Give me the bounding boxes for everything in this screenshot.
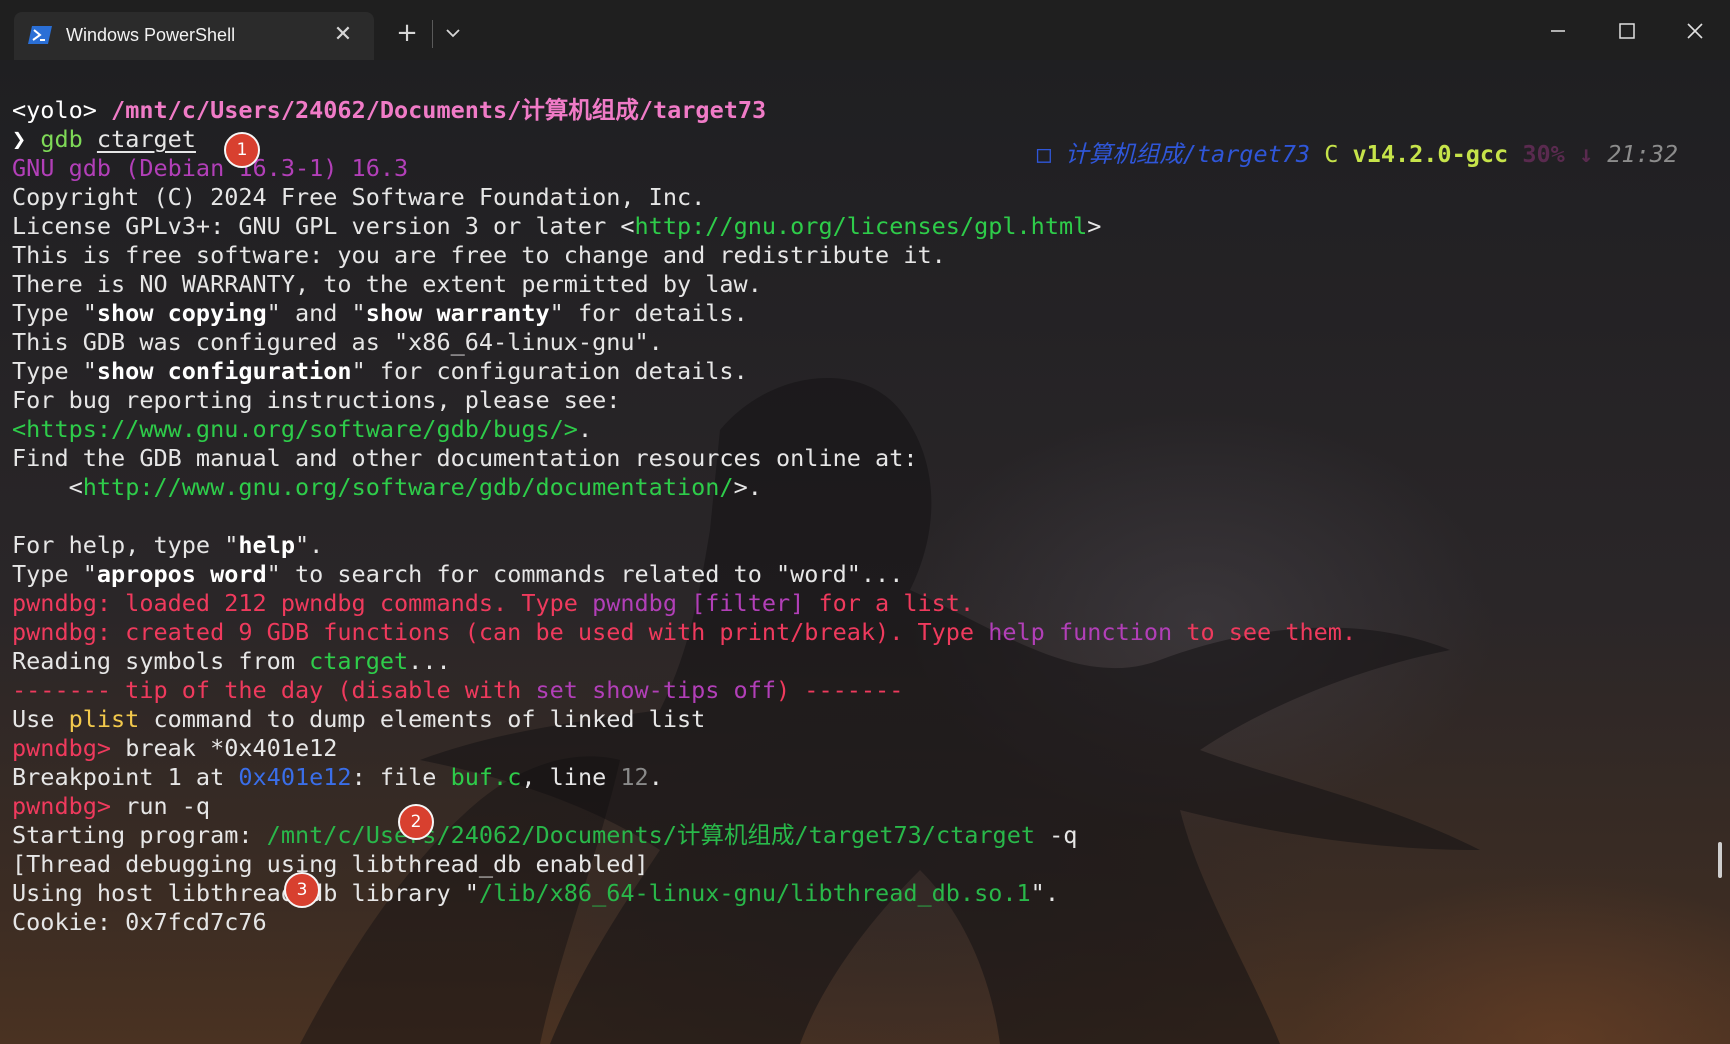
bug-reporting-line: For bug reporting instructions, please s…: [12, 386, 621, 414]
plist-tip-line: Use plist command to dump elements of li…: [12, 705, 706, 733]
command-line-gdb: ❯ gdb ctarget: [12, 125, 196, 153]
configured-line: This GDB was configured as "x86_64-linux…: [12, 328, 663, 356]
bugs-url-line: <https://www.gnu.org/software/gdb/bugs/>…: [12, 415, 593, 443]
tab-close-icon[interactable]: ✕: [332, 24, 354, 46]
c-lang-icon: C: [1324, 140, 1339, 168]
chevron-down-icon[interactable]: [444, 24, 462, 42]
tab-title: Windows PowerShell: [66, 25, 236, 45]
battery-icon: ↓: [1578, 140, 1594, 168]
break-command-line: pwndbg> break *0x401e12: [12, 734, 338, 762]
copyright-line: Copyright (C) 2024 Free Software Foundat…: [12, 183, 706, 211]
annotation-marker-1: 1: [224, 132, 260, 168]
scrollbar-thumb[interactable]: [1718, 842, 1722, 878]
right-prompt: □ 计算机组成/target73 C v14.2.0-gcc 30% ↓ 21:…: [1036, 140, 1678, 168]
run-command-line: pwndbg> run -q: [12, 792, 211, 820]
starting-program-line: Starting program: /mnt/c/Users/24062/Doc…: [12, 821, 1078, 849]
apropos-line: Type "apropos word" to search for comman…: [12, 560, 904, 588]
title-bar: Windows PowerShell ✕ +: [0, 0, 1730, 61]
annotation-marker-3: 3: [284, 872, 320, 908]
prompt-path: /mnt/c/Users/24062/Documents/计算机组成/targe…: [111, 96, 767, 124]
thread-debugging-line: [Thread debugging using libthread_db ena…: [12, 850, 649, 878]
bugs-link[interactable]: <https://www.gnu.org/software/gdb/bugs/>: [12, 415, 578, 443]
cookie-line: Cookie: 0x7fcd7c76: [12, 908, 267, 936]
tab-divider: [432, 20, 433, 48]
breakpoint-info-line: Breakpoint 1 at 0x401e12: file buf.c, li…: [12, 763, 663, 791]
help-line: For help, type "help".: [12, 531, 324, 559]
pwndbg-created-line: pwndbg: created 9 GDB functions (can be …: [12, 618, 1357, 646]
license-line: License GPLv3+: GNU GPL version 3 or lat…: [12, 212, 1102, 240]
show-copying-line: Type "show copying" and "show warranty" …: [12, 299, 748, 327]
minimize-icon[interactable]: [1535, 14, 1581, 48]
libthread-line: Using host libthread_db library "/lib/x8…: [12, 879, 1059, 907]
prompt-arrow-icon: ❯: [12, 125, 27, 153]
tab-windows-powershell[interactable]: Windows PowerShell ✕: [14, 12, 374, 60]
reading-symbols-line: Reading symbols from ctarget...: [12, 647, 451, 675]
warranty-line: There is NO WARRANTY, to the extent perm…: [12, 270, 762, 298]
gdb-version: GNU gdb (Debian 16.3-1) 16.3: [12, 154, 409, 182]
tip-of-day-line: ------- tip of the day (disable with set…: [12, 676, 904, 704]
close-icon[interactable]: [1672, 14, 1718, 48]
pwndbg-loaded-line: pwndbg: loaded 212 pwndbg commands. Type…: [12, 589, 975, 617]
new-tab-button[interactable]: +: [396, 20, 418, 46]
prompt-line: <yolo> /mnt/c/Users/24062/Documents/计算机组…: [12, 96, 767, 124]
folder-icon: □: [1036, 140, 1052, 168]
powershell-icon: [28, 26, 52, 44]
free-software-line: This is free software: you are free to c…: [12, 241, 946, 269]
annotation-marker-2: 2: [398, 804, 434, 840]
documentation-link[interactable]: http://www.gnu.org/software/gdb/document…: [83, 473, 734, 501]
doc-url-line: <http://www.gnu.org/software/gdb/documen…: [12, 473, 762, 501]
maximize-icon[interactable]: [1603, 14, 1649, 48]
show-config-line: Type "show configuration" for configurat…: [12, 357, 748, 385]
license-link[interactable]: http://gnu.org/licenses/gpl.html: [635, 212, 1088, 240]
find-manual-line: Find the GDB manual and other documentat…: [12, 444, 918, 472]
